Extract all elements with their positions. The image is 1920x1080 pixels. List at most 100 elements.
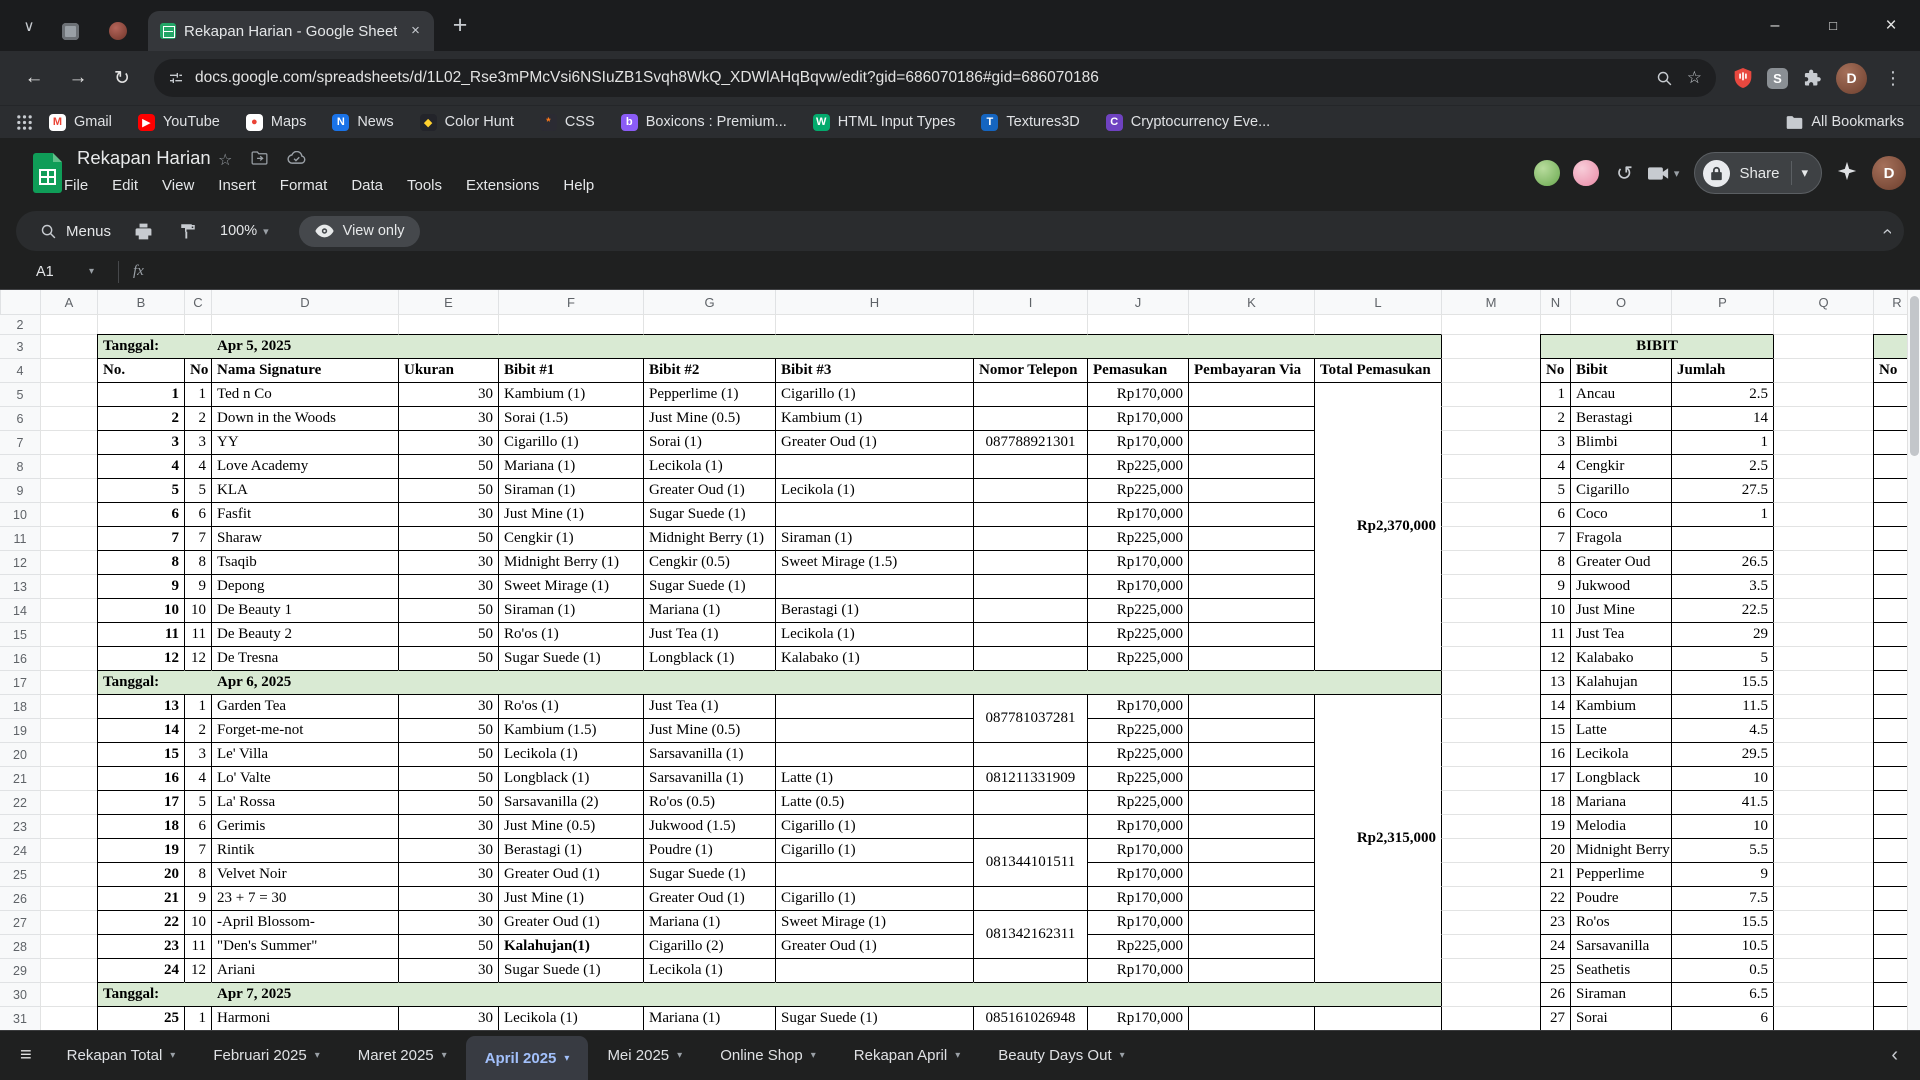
cell[interactable]: 10 — [97, 598, 184, 622]
cell[interactable] — [775, 742, 973, 766]
cell[interactable] — [973, 406, 1087, 430]
cell[interactable]: 26 — [1540, 982, 1570, 1006]
cell[interactable]: 29 — [1671, 622, 1773, 646]
cell[interactable]: Mariana (1) — [643, 598, 775, 622]
row-header-17[interactable]: 17 — [0, 670, 40, 694]
cell[interactable] — [1188, 790, 1314, 814]
cell[interactable]: Rp225,000 — [1087, 934, 1188, 958]
cell[interactable]: 10 — [1671, 814, 1773, 838]
cell[interactable]: 1 — [1671, 430, 1773, 454]
cell[interactable]: 50 — [398, 766, 498, 790]
collaborator-avatar-2[interactable] — [1571, 158, 1601, 188]
cell[interactable]: Rp170,000 — [1087, 574, 1188, 598]
cell[interactable] — [40, 478, 97, 502]
column-header-K[interactable]: K — [1188, 290, 1314, 314]
cell[interactable]: 30 — [398, 406, 498, 430]
row-header-30[interactable]: 30 — [0, 982, 40, 1006]
cell[interactable]: 19 — [1540, 814, 1570, 838]
cell[interactable]: 3 — [184, 742, 211, 766]
bookmark-css[interactable]: *CSS — [540, 114, 595, 131]
cell[interactable]: No — [184, 358, 211, 382]
cell[interactable]: Blimbi — [1570, 430, 1671, 454]
menu-data[interactable]: Data — [351, 177, 383, 194]
sheet-tab-caret[interactable]: ▾ — [677, 1050, 682, 1061]
cell[interactable]: 1 — [1540, 382, 1570, 406]
cell[interactable] — [1441, 334, 1540, 358]
cell[interactable]: Depong — [211, 574, 398, 598]
cell[interactable]: 8 — [184, 862, 211, 886]
cell[interactable] — [1441, 1006, 1540, 1030]
cell[interactable]: Lecikola (1) — [775, 478, 973, 502]
cell[interactable] — [1188, 670, 1314, 694]
cell[interactable]: 11 — [1540, 622, 1570, 646]
cell[interactable]: 14 — [97, 718, 184, 742]
cell[interactable]: Cengkir (1) — [498, 526, 643, 550]
cell[interactable]: 21 — [97, 886, 184, 910]
cell[interactable] — [1773, 478, 1873, 502]
menu-extensions[interactable]: Extensions — [466, 177, 539, 194]
cell[interactable] — [1773, 790, 1873, 814]
cell[interactable]: 10 — [184, 598, 211, 622]
cell[interactable]: Just Mine (0.5) — [643, 718, 775, 742]
menus-search-button[interactable]: Menus — [30, 223, 121, 240]
cell[interactable]: Just Tea (1) — [643, 622, 775, 646]
cell[interactable]: 26.5 — [1671, 550, 1773, 574]
cell[interactable]: La' Rossa — [211, 790, 398, 814]
cell[interactable]: 7 — [184, 526, 211, 550]
cell[interactable]: Sarsavanilla (1) — [643, 766, 775, 790]
cell[interactable] — [1188, 718, 1314, 742]
cell[interactable]: 4 — [184, 454, 211, 478]
cell[interactable] — [1188, 622, 1314, 646]
cell[interactable] — [1188, 406, 1314, 430]
row-header-16[interactable]: 16 — [0, 646, 40, 670]
cell[interactable] — [1441, 406, 1540, 430]
cell[interactable]: Kalahujan — [1570, 670, 1671, 694]
cell[interactable]: 087788921301 — [973, 430, 1087, 454]
cell[interactable]: 5 — [1671, 646, 1773, 670]
cell[interactable]: Mariana (1) — [643, 1006, 775, 1030]
sheet-tab-caret[interactable]: ▾ — [564, 1053, 569, 1064]
cell[interactable]: 6 — [97, 502, 184, 526]
cell[interactable]: Just Mine (0.5) — [498, 814, 643, 838]
cell[interactable]: Ro'os (0.5) — [643, 790, 775, 814]
cell[interactable]: 6 — [1671, 1006, 1773, 1030]
cell[interactable]: Greater Oud (1) — [498, 862, 643, 886]
cell[interactable]: 14 — [1671, 406, 1773, 430]
cell[interactable] — [775, 982, 973, 1006]
sheet-tab-online-shop[interactable]: Online Shop▾ — [701, 1031, 835, 1080]
cell[interactable]: 9 — [184, 574, 211, 598]
column-header-J[interactable]: J — [1087, 290, 1188, 314]
cell[interactable] — [1441, 314, 1540, 334]
bookmark-html-input-types[interactable]: WHTML Input Types — [813, 114, 956, 131]
cell[interactable]: 13 — [97, 694, 184, 718]
cell[interactable]: Apr 7, 2025 — [211, 982, 398, 1006]
all-sheets-menu-icon[interactable]: ≡ — [20, 1044, 32, 1067]
minimize-button[interactable]: – — [1746, 0, 1804, 51]
cell[interactable]: Rp225,000 — [1087, 598, 1188, 622]
cell[interactable] — [1773, 814, 1873, 838]
tune-icon[interactable] — [168, 70, 184, 86]
cell[interactable]: Lecikola (1) — [498, 1006, 643, 1030]
cell[interactable]: 41.5 — [1671, 790, 1773, 814]
cell[interactable]: 11 — [184, 622, 211, 646]
row-header-24[interactable]: 24 — [0, 838, 40, 862]
cell[interactable]: 7 — [1540, 526, 1570, 550]
cell[interactable] — [973, 334, 1087, 358]
cell[interactable] — [1188, 574, 1314, 598]
cell[interactable]: 085161026948 — [973, 1006, 1087, 1030]
tab-search-button[interactable]: ∨ — [12, 9, 46, 43]
cell[interactable] — [973, 314, 1087, 334]
cell[interactable] — [973, 742, 1087, 766]
cell[interactable] — [40, 334, 97, 358]
cell[interactable] — [1773, 958, 1873, 982]
forward-button[interactable]: → — [59, 59, 97, 97]
cell[interactable]: 50 — [398, 934, 498, 958]
apps-grid-icon[interactable] — [16, 114, 33, 131]
cell[interactable] — [1441, 574, 1540, 598]
cell[interactable] — [1441, 790, 1540, 814]
cell[interactable] — [973, 550, 1087, 574]
cell[interactable]: 3.5 — [1671, 574, 1773, 598]
column-header-E[interactable]: E — [398, 290, 498, 314]
select-all-corner[interactable] — [0, 290, 40, 314]
row-header-29[interactable]: 29 — [0, 958, 40, 982]
